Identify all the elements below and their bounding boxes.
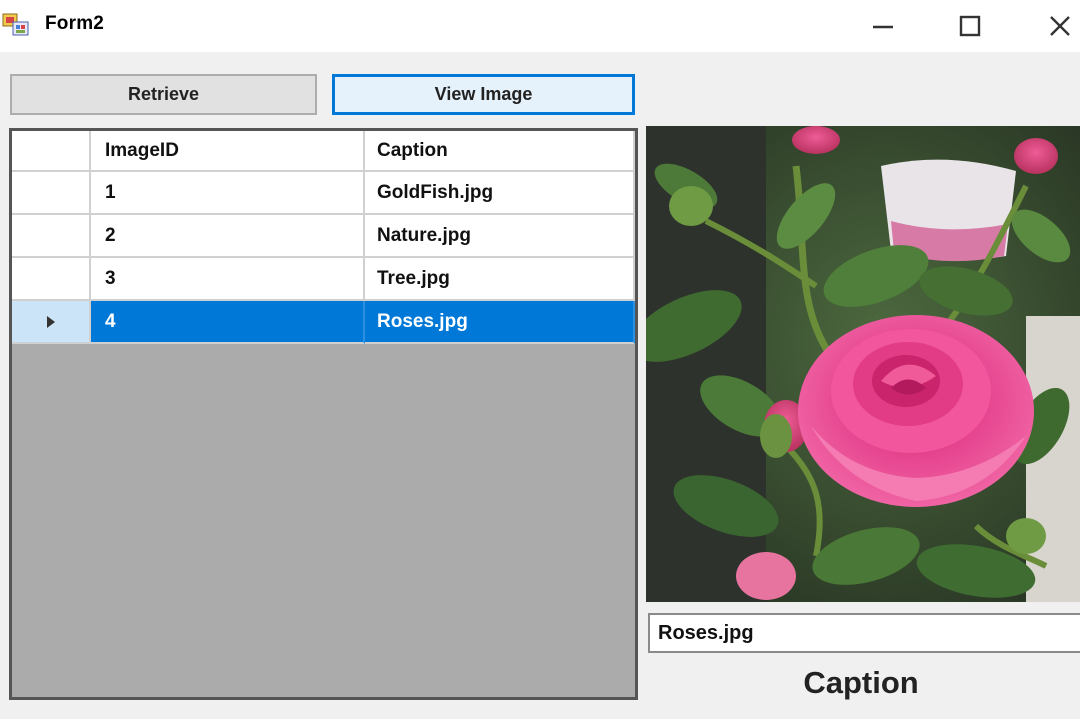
close-icon (1050, 16, 1070, 36)
app-icon (2, 13, 29, 36)
current-row-arrow-icon (46, 315, 55, 328)
grid-corner-header[interactable] (12, 131, 91, 172)
table-row[interactable]: 1 GoldFish.jpg (12, 172, 635, 215)
cell-caption[interactable]: GoldFish.jpg (365, 172, 635, 215)
close-button[interactable] (1030, 0, 1080, 52)
row-header-current[interactable] (12, 301, 91, 344)
caption-label: Caption (803, 665, 919, 700)
grid-header-row: ImageID Caption (12, 131, 635, 172)
table-row-selected[interactable]: 4 Roses.jpg (12, 301, 635, 344)
form-client-area: Retrieve View Image ImageID Caption 1 Go… (0, 52, 1080, 719)
minimize-icon (873, 25, 893, 29)
cell-imageid[interactable]: 1 (91, 172, 365, 215)
row-header[interactable] (12, 258, 91, 301)
maximize-icon (959, 15, 981, 37)
title-bar: Form2 (0, 0, 1080, 52)
cell-imageid[interactable]: 2 (91, 215, 365, 258)
cell-caption[interactable]: Nature.jpg (365, 215, 635, 258)
cell-imageid[interactable]: 4 (91, 301, 365, 344)
maximize-button[interactable] (940, 0, 1000, 52)
image-data-grid[interactable]: ImageID Caption 1 GoldFish.jpg 2 Nature.… (9, 128, 638, 700)
minimize-button[interactable] (853, 0, 913, 52)
row-header[interactable] (12, 215, 91, 258)
view-image-button[interactable]: View Image (332, 74, 635, 115)
table-row[interactable]: 2 Nature.jpg (12, 215, 635, 258)
column-header-caption[interactable]: Caption (365, 131, 635, 172)
column-header-imageid[interactable]: ImageID (91, 131, 365, 172)
window-title: Form2 (45, 13, 105, 34)
caption-textbox[interactable] (648, 613, 1080, 653)
cell-caption[interactable]: Tree.jpg (365, 258, 635, 301)
rose-photo (646, 126, 1080, 602)
table-row[interactable]: 3 Tree.jpg (12, 258, 635, 301)
image-picturebox (646, 126, 1080, 602)
retrieve-button[interactable]: Retrieve (10, 74, 317, 115)
cell-caption[interactable]: Roses.jpg (365, 301, 635, 344)
cell-imageid[interactable]: 3 (91, 258, 365, 301)
row-header[interactable] (12, 172, 91, 215)
